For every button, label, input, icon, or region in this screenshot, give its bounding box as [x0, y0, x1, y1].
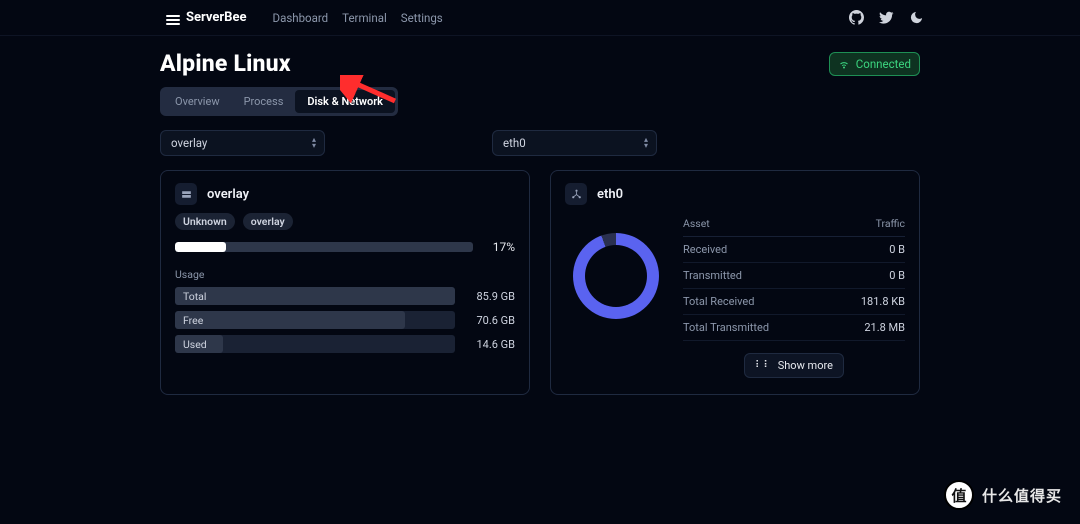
disk-progress: 17% [175, 240, 515, 254]
bar-label: Free [183, 311, 203, 329]
nav-terminal[interactable]: Terminal [342, 11, 387, 25]
connected-label: Connected [856, 57, 911, 71]
watermark: 值 什么值得买 [944, 480, 1062, 510]
stat-label: Total Transmitted [683, 321, 769, 334]
show-more-button[interactable]: ⠇⠇ Show more [744, 353, 844, 378]
nav-dashboard[interactable]: Dashboard [273, 11, 329, 25]
pill-overlay: overlay [243, 213, 293, 230]
page: Alpine Linux Connected Overview Process … [0, 36, 1080, 395]
bar-value: 14.6 GB [465, 338, 515, 351]
disk-progress-fill [175, 242, 226, 252]
title-row: Alpine Linux Connected [160, 50, 920, 77]
bar-value: 70.6 GB [465, 314, 515, 327]
tab-process[interactable]: Process [232, 90, 296, 113]
bar-row-total: Total 85.9 GB [175, 287, 515, 305]
stat-value: 21.8 MB [864, 321, 905, 334]
stats-header-traffic: Traffic [876, 217, 905, 230]
nav-links: Dashboard Terminal Settings [273, 11, 443, 25]
github-icon[interactable] [848, 10, 864, 26]
nav-settings[interactable]: Settings [401, 11, 443, 25]
watermark-text: 什么值得买 [982, 485, 1062, 506]
network-stats: Asset Traffic Received 0 B Transmitted 0… [683, 215, 905, 378]
bar-track: Total [175, 287, 455, 305]
disk-card-title: overlay [207, 187, 249, 202]
brand[interactable]: ServerBee [166, 10, 247, 25]
network-icon [565, 183, 587, 205]
watermark-badge: 值 [944, 480, 974, 510]
topbar-right [848, 10, 924, 26]
stat-value: 0 B [889, 269, 905, 282]
usage-label: Usage [175, 268, 515, 281]
theme-icon[interactable] [908, 10, 924, 26]
twitter-icon[interactable] [878, 10, 894, 26]
tab-overview[interactable]: Overview [163, 90, 232, 113]
wifi-icon [838, 58, 850, 70]
topbar-left: ServerBee Dashboard Terminal Settings [166, 10, 443, 25]
bar-label: Total [183, 287, 206, 305]
chevron-updown-icon: ▴▾ [312, 137, 316, 149]
bar-row-used: Used 14.6 GB [175, 335, 515, 353]
bar-track: Free [175, 311, 455, 329]
bar-fill [175, 287, 455, 305]
network-body: Asset Traffic Received 0 B Transmitted 0… [565, 215, 905, 378]
stat-row-received: Received 0 B [683, 237, 905, 263]
disk-select-value: overlay [171, 136, 207, 150]
tabs: Overview Process Disk & Network [160, 87, 398, 116]
stat-label: Total Received [683, 295, 754, 308]
stat-label: Received [683, 243, 727, 256]
chevron-updown-icon: ▴▾ [644, 137, 648, 149]
menu-icon[interactable] [166, 13, 180, 23]
stat-value: 181.8 KB [861, 295, 905, 308]
bar-value: 85.9 GB [465, 290, 515, 303]
connected-badge: Connected [829, 52, 920, 76]
stat-row-total-transmitted: Total Transmitted 21.8 MB [683, 315, 905, 341]
disk-card: overlay Unknown overlay 17% Usage Total … [160, 170, 530, 395]
cards: overlay Unknown overlay 17% Usage Total … [160, 170, 920, 395]
network-card-title: eth0 [597, 187, 623, 202]
stat-row-transmitted: Transmitted 0 B [683, 263, 905, 289]
bar-label: Used [183, 335, 207, 353]
pill-unknown: Unknown [175, 213, 235, 230]
network-card-head: eth0 [565, 183, 905, 205]
stat-label: Transmitted [683, 269, 742, 282]
selectors: overlay ▴▾ eth0 ▴▾ [160, 130, 920, 156]
disk-percent: 17% [483, 240, 515, 254]
stats-header: Asset Traffic [683, 215, 905, 237]
show-more-label: Show more [778, 359, 833, 372]
bar-fill [175, 311, 405, 329]
tab-disk-network[interactable]: Disk & Network [295, 90, 395, 113]
network-card: eth0 Asset Traffic Received 0 B Transmit… [550, 170, 920, 395]
disk-pills: Unknown overlay [175, 213, 515, 230]
bar-track: Used [175, 335, 455, 353]
network-select[interactable]: eth0 ▴▾ [492, 130, 657, 156]
disk-card-head: overlay [175, 183, 515, 205]
page-title: Alpine Linux [160, 50, 291, 77]
bar-row-free: Free 70.6 GB [175, 311, 515, 329]
network-select-value: eth0 [503, 136, 526, 150]
stats-header-asset: Asset [683, 217, 710, 230]
disk-icon [175, 183, 197, 205]
stat-value: 0 B [889, 243, 905, 256]
topbar: ServerBee Dashboard Terminal Settings [0, 0, 1080, 36]
brand-label: ServerBee [186, 10, 247, 25]
expand-icon: ⠇⠇ [755, 360, 772, 371]
disk-progress-track [175, 242, 473, 252]
traffic-ring-chart [573, 233, 659, 319]
disk-select[interactable]: overlay ▴▾ [160, 130, 325, 156]
stat-row-total-received: Total Received 181.8 KB [683, 289, 905, 315]
